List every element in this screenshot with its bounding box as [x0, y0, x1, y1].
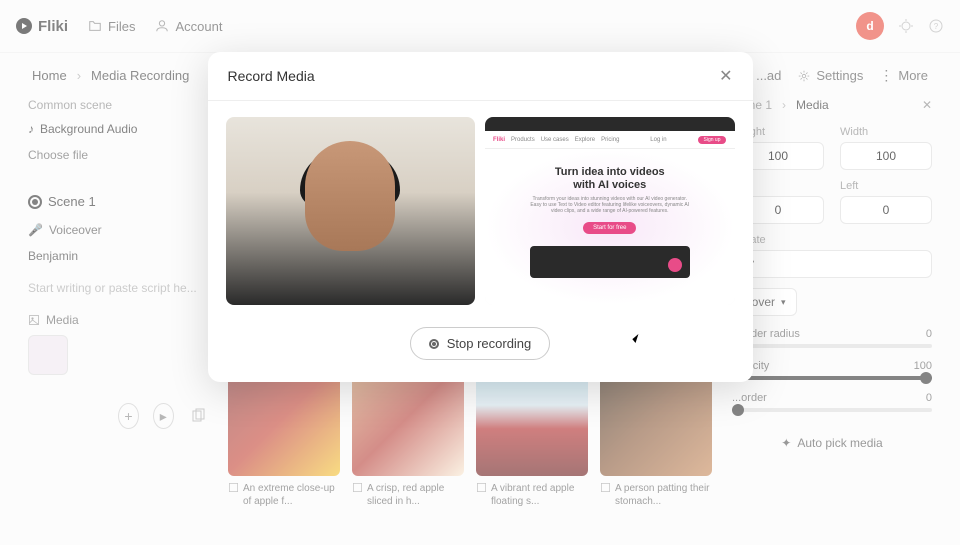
- stop-recording-button[interactable]: Stop recording: [410, 327, 551, 360]
- modal-overlay: Record Media ✕ Fliki Products Use cases …: [0, 0, 960, 545]
- record-icon: [429, 339, 439, 349]
- modal-title: Record Media: [228, 68, 315, 84]
- record-media-modal: Record Media ✕ Fliki Products Use cases …: [208, 52, 753, 382]
- screen-preview: Fliki Products Use cases Explore Pricing…: [485, 117, 735, 305]
- close-icon[interactable]: ✕: [719, 66, 732, 86]
- cursor-icon: [633, 336, 643, 350]
- camera-preview: [226, 117, 476, 305]
